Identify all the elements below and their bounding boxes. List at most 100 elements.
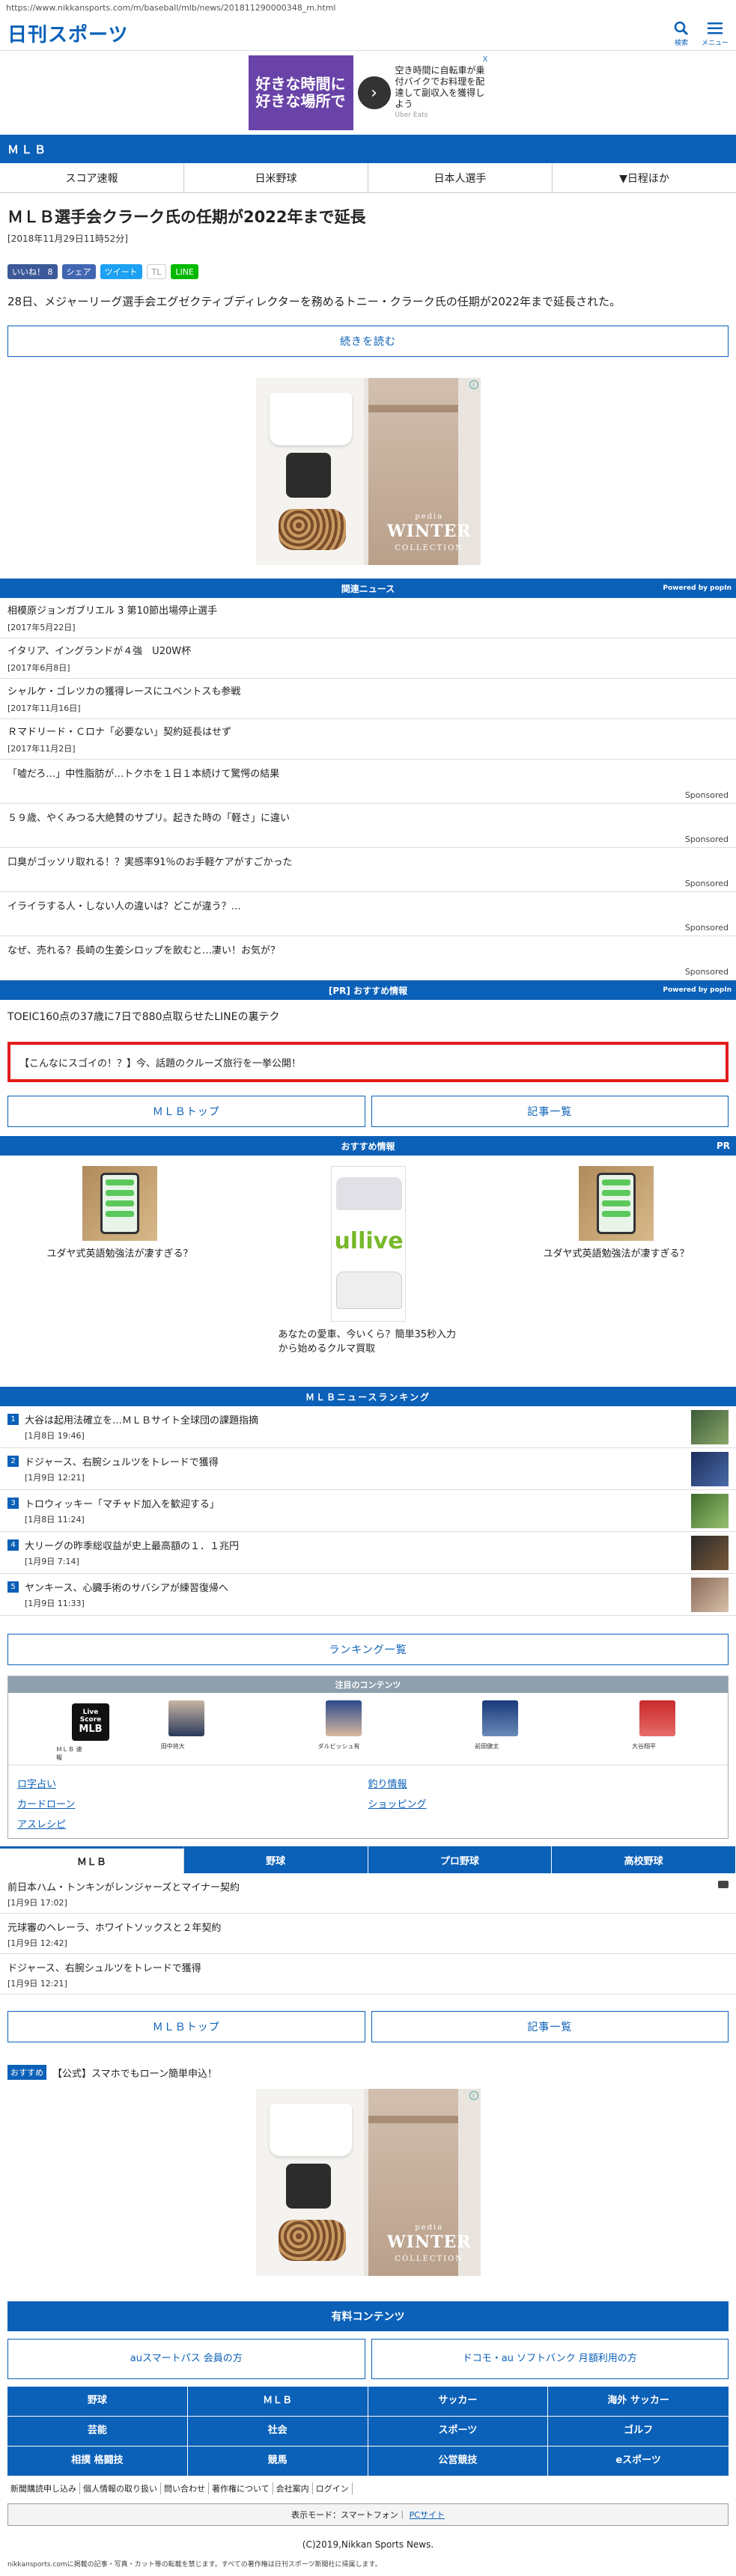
recommend-item[interactable]: ullive あなたの愛車、今いくら？簡単35秒入力から始めるクルマ買取 (249, 1166, 488, 1376)
live-score-icon[interactable]: Live Score MLB (72, 1703, 109, 1741)
list-item[interactable]: 前日本ハム・トンキンがレンジャーズとマイナー契約 [1月9日 17:02] (0, 1873, 736, 1914)
footer-link-privacy[interactable]: 個人情報の取り扱い (80, 2482, 161, 2494)
category-society[interactable]: 社会 (187, 2417, 368, 2447)
tab-score[interactable]: スコア速報 (0, 163, 184, 192)
sponsored-item[interactable]: イライラする人・しない人の違いは？どこが違う？… Sponsored (0, 892, 736, 936)
fashion-ad[interactable]: pedia WINTER COLLECTION i (255, 378, 481, 565)
carrier-billing-button[interactable]: ドコモ・au ソフトバンク 月額利用の方 (371, 2339, 729, 2379)
avatar (168, 1700, 204, 1736)
category-grid: 野球 ＭＬＢ サッカー 海外 サッカー 芸能 社会 スポーツ ゴルフ 相撲 格闘… (7, 2387, 729, 2476)
recommend-item[interactable]: ユダヤ式英語勉強法が凄すぎる？ (0, 1166, 240, 1376)
category-overseas-soccer[interactable]: 海外 サッカー (548, 2387, 729, 2417)
link-athrecipe[interactable]: アスレシピ (17, 1816, 368, 1831)
footer-link-company[interactable]: 会社案内 (273, 2482, 313, 2494)
timeline-button[interactable]: TL (146, 264, 167, 279)
sponsored-label: Sponsored (684, 790, 729, 800)
tab-japanese-players[interactable]: 日本人選手 (368, 163, 553, 192)
sponsored-item[interactable]: なぜ、売れる？長崎の生姜シロップを飲むと…凄い！お気が？ Sponsored (0, 936, 736, 980)
disclaimer: nikkansports.comに掲載の記事・写真・カット等の転載を禁じます。す… (7, 2561, 382, 2569)
link-card-loan[interactable]: カードローン (17, 1796, 368, 1810)
footer-link-copyright[interactable]: 著作権について (209, 2482, 273, 2494)
ad-belt-image (368, 405, 458, 412)
pc-site-link[interactable]: PCサイト (410, 2509, 445, 2521)
ranking-item[interactable]: 2 ドジャース、右腕シュルツをトレードで獲得 [1月9日 12:21] (0, 1448, 736, 1490)
list-item[interactable]: 元球審のヘレーラ、ホワイトソックスと２年契約 [1月9日 12:42] (0, 1914, 736, 1954)
site-logo[interactable]: 日刊スポーツ (7, 19, 128, 47)
sponsored-item[interactable]: 口臭がゴッソリ取れる！？実感率91％のお手軽ケアがすごかった Sponsored (0, 848, 736, 892)
player-ohtani[interactable]: 大谷翔平 (632, 1700, 714, 1760)
link-fishing[interactable]: 釣り情報 (368, 1776, 720, 1790)
facebook-like-button[interactable]: いいね！ 8 (7, 264, 58, 279)
featured-live[interactable]: ＭＬＢ 速報 (56, 1745, 86, 1761)
player-darvish[interactable]: ダルビッシュ有 (318, 1700, 401, 1760)
avatar (325, 1700, 362, 1736)
rank-date: [1月9日 11:33] (25, 1599, 85, 1608)
fashion-ad-bottom[interactable]: pedia WINTER COLLECTION i (255, 2089, 481, 2276)
section-tabs: スコア速報 日米野球 日本人選手 ▼日程ほか (0, 163, 736, 193)
tweet-button[interactable]: ツイート (100, 264, 142, 279)
category-entertainment[interactable]: 芸能 (7, 2417, 188, 2447)
tab-schedule[interactable]: ▼日程ほか (553, 163, 736, 192)
search-button[interactable]: 検索 (672, 19, 691, 47)
read-more-button[interactable]: 続きを読む (7, 326, 729, 357)
ranking-item[interactable]: 4 大リーグの昨季総収益が史上最高額の１．１兆円 [1月9日 7:14] (0, 1532, 736, 1574)
list-item[interactable]: シャルケ・ゴレツカの獲得レースにユベントスも参戦 [2017年11月16日] (0, 679, 736, 719)
facebook-share-button[interactable]: シェア (61, 264, 96, 279)
cruise-promo-link[interactable]: 【こんなにスゴイの！？】今、話題のクルーズ旅行を一挙公開！ (7, 1042, 729, 1082)
sponsored-item[interactable]: ５９歳、やくみつる大絶賛のサプリ。起きた時の「軽さ」に違い Sponsored (0, 804, 736, 848)
featured-players: Live Score MLB ＭＬＢ 速報 田中将大 ダルビッシュ有 前田健太 … (8, 1693, 728, 1765)
link-shopping[interactable]: ショッピング (368, 1796, 720, 1810)
category-esports[interactable]: eスポーツ (548, 2447, 729, 2476)
link-fortune[interactable]: ロ字占い (17, 1776, 368, 1790)
footer-link-login[interactable]: ログイン (313, 2482, 353, 2494)
list-item[interactable]: ドジャース、右腕シュルツをトレードで獲得 [1月9日 12:21] (0, 1954, 736, 1994)
ranking-list-button[interactable]: ランキング一覧 (7, 1634, 729, 1665)
ranking-item[interactable]: 1 大谷は起用法確立を…ＭＬＢサイト全球団の課題指摘 [1月8日 19:46] (0, 1406, 736, 1448)
recommend-caption: ユダヤ式英語勉強法が凄すぎる？ (543, 1248, 690, 1260)
news-date: [1月9日 17:02] (7, 1898, 67, 1908)
tab-japan-us[interactable]: 日米野球 (184, 163, 368, 192)
ranking-item[interactable]: 3 トロウィッキー「マチャド加入を歓迎する」 [1月8日 11:24] (0, 1490, 736, 1532)
recommend-item[interactable]: ユダヤ式英語勉強法が凄すぎる？ (496, 1166, 736, 1376)
tab-baseball[interactable]: 野球 (183, 1846, 368, 1873)
article-list-button[interactable]: 記事一覧 (371, 1096, 729, 1127)
loan-promo-link[interactable]: おすすめ 【公式】スマホでもローン簡単申込！ (0, 2047, 736, 2089)
player-maeda[interactable]: 前田健太 (475, 1700, 557, 1760)
pr-link[interactable]: TOEIC160点の37歳に7日で880点取らせたLINEの裏テク (0, 1000, 736, 1033)
tab-mlb[interactable]: ＭＬＢ (0, 1846, 184, 1873)
ranking-item[interactable]: 5 ヤンキース、心臓手術のサバシアが練習復帰へ [1月9日 11:33] (0, 1574, 736, 1616)
ad-brand: pedia (415, 513, 444, 521)
paid-content: 有料コンテンツ auスマートパス 会員の方 ドコモ・au ソフトバンク 月額利用… (0, 2288, 736, 2476)
au-smartpass-button[interactable]: auスマートパス 会員の方 (7, 2339, 365, 2379)
category-baseball[interactable]: 野球 (7, 2387, 188, 2417)
category-public-racing[interactable]: 公営競技 (368, 2447, 549, 2476)
news-date: [1月9日 12:21] (7, 1979, 67, 1989)
category-sports[interactable]: スポーツ (368, 2417, 549, 2447)
category-soccer[interactable]: サッカー (368, 2387, 549, 2417)
list-item[interactable]: イタリア、イングランドが４強 U20W杯 [2017年6月8日] (0, 638, 736, 679)
tab-pro-baseball[interactable]: プロ野球 (368, 1846, 553, 1873)
recommend-head: おすすめ情報 PR (0, 1136, 736, 1156)
mlb-top-button[interactable]: ＭＬＢトップ (7, 1096, 365, 1127)
footer-link-subscribe[interactable]: 新聞購読申し込み (7, 2482, 80, 2494)
menu-button[interactable]: メニュー (702, 19, 729, 47)
list-item[interactable]: Ｒマドリード・Ｃロナ「必要ない」契約延長はせず [2017年11月2日] (0, 719, 736, 760)
article-list-button[interactable]: 記事一覧 (371, 2011, 729, 2042)
category-horse-racing[interactable]: 競馬 (187, 2447, 368, 2476)
arrow-right-icon[interactable]: › (357, 76, 391, 109)
category-sumo[interactable]: 相撲 格闘技 (7, 2447, 188, 2476)
player-tanaka[interactable]: 田中将大 (161, 1700, 243, 1760)
category-mlb[interactable]: ＭＬＢ (187, 2387, 368, 2417)
ad-info-icon[interactable]: i (469, 2091, 478, 2100)
category-golf[interactable]: ゴルフ (548, 2417, 729, 2447)
ad-info-icon[interactable]: i (469, 380, 478, 389)
mlb-top-button[interactable]: ＭＬＢトップ (7, 2011, 365, 2042)
ad-close-icon[interactable]: X (483, 55, 488, 64)
list-item[interactable]: 相模原ジョンガブリエル 3 第10節出場停止選手 [2017年5月22日] (0, 598, 736, 638)
rank-title: トロウィッキー「マチャド加入を歓迎する」 (25, 1499, 219, 1510)
top-ad[interactable]: 好きな時間に 好きな場所で › 空き時間に自転車が乗付バイクでお料理を配達して副… (0, 51, 736, 135)
footer-link-contact[interactable]: 問い合わせ (161, 2482, 209, 2494)
sponsored-item[interactable]: 「嘘だろ…」中性脂肪が…トクホを１日１本続けて驚愕の結果 Sponsored (0, 760, 736, 804)
tab-high-school-baseball[interactable]: 高校野球 (552, 1846, 736, 1873)
line-share-button[interactable]: LINE (171, 264, 198, 279)
